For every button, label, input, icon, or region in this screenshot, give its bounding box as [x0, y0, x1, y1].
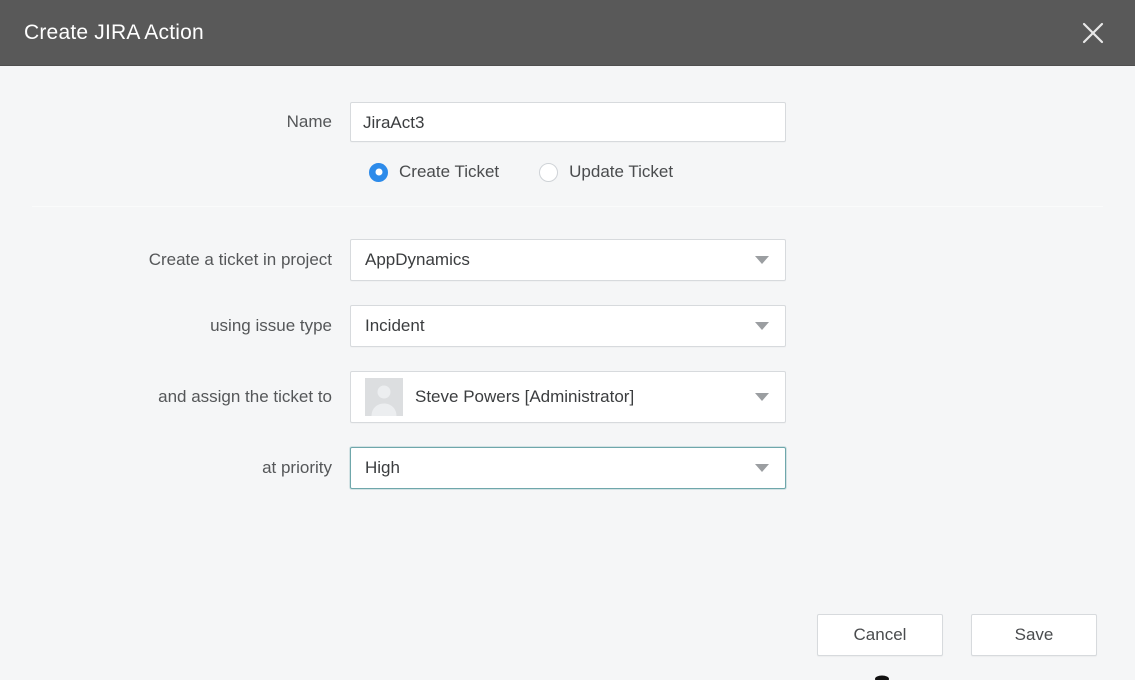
priority-row: at priority High	[0, 447, 1135, 489]
radio-create-ticket[interactable]: Create Ticket	[369, 162, 499, 182]
dialog-titlebar: Create JIRA Action	[0, 0, 1135, 66]
issue-type-select-value: Incident	[365, 316, 425, 335]
assignee-label: and assign the ticket to	[158, 387, 332, 406]
create-jira-action-dialog: Create JIRA Action Name JiraAct3 Create …	[0, 0, 1135, 680]
chevron-down-icon	[755, 393, 769, 401]
project-row: Create a ticket in project AppDynamics	[0, 239, 1135, 281]
avatar-silhouette-icon	[365, 378, 403, 416]
priority-label: at priority	[262, 458, 332, 477]
cursor-icon	[875, 675, 889, 680]
issue-type-label: using issue type	[210, 316, 332, 335]
user-avatar-icon	[365, 378, 403, 416]
name-row: Name JiraAct3	[0, 102, 1135, 142]
mouse-cursor-artifact	[874, 669, 890, 680]
dialog-body: Name JiraAct3 Create Ticket Update Ticke…	[0, 66, 1135, 680]
chevron-down-icon	[755, 322, 769, 330]
priority-select[interactable]: High	[350, 447, 786, 489]
project-select-value: AppDynamics	[365, 250, 470, 269]
issue-type-row: using issue type Incident	[0, 305, 1135, 347]
assignee-row: and assign the ticket to Steve Powers [A…	[0, 371, 1135, 423]
close-icon	[1082, 22, 1104, 43]
radio-update-ticket-label: Update Ticket	[569, 162, 674, 181]
chevron-down-icon	[755, 256, 769, 264]
dialog-title: Create JIRA Action	[24, 20, 204, 44]
chevron-down-icon	[755, 464, 769, 472]
cancel-button[interactable]: Cancel	[817, 614, 943, 656]
radio-update-ticket[interactable]: Update Ticket	[539, 162, 673, 182]
dialog-footer: Cancel Save	[817, 614, 1097, 656]
name-input-value: JiraAct3	[363, 112, 425, 132]
radio-create-ticket-label: Create Ticket	[399, 162, 500, 181]
section-divider	[32, 206, 1103, 207]
close-button[interactable]	[1073, 13, 1113, 53]
project-label: Create a ticket in project	[148, 250, 332, 269]
radio-unselected-icon	[539, 162, 559, 182]
save-button[interactable]: Save	[971, 614, 1097, 656]
radio-selected-icon	[369, 162, 388, 182]
assignee-select[interactable]: Steve Powers [Administrator]	[350, 371, 786, 423]
name-label: Name	[286, 112, 332, 131]
assignee-select-value: Steve Powers [Administrator]	[415, 387, 635, 406]
ticket-details-section: Create a ticket in project AppDynamics u…	[0, 239, 1135, 489]
ticket-mode-radio-group: Create Ticket Update Ticket	[0, 162, 1135, 182]
issue-type-select[interactable]: Incident	[350, 305, 786, 347]
project-select[interactable]: AppDynamics	[350, 239, 786, 281]
name-input[interactable]: JiraAct3	[350, 102, 786, 142]
priority-select-value: High	[365, 458, 400, 477]
